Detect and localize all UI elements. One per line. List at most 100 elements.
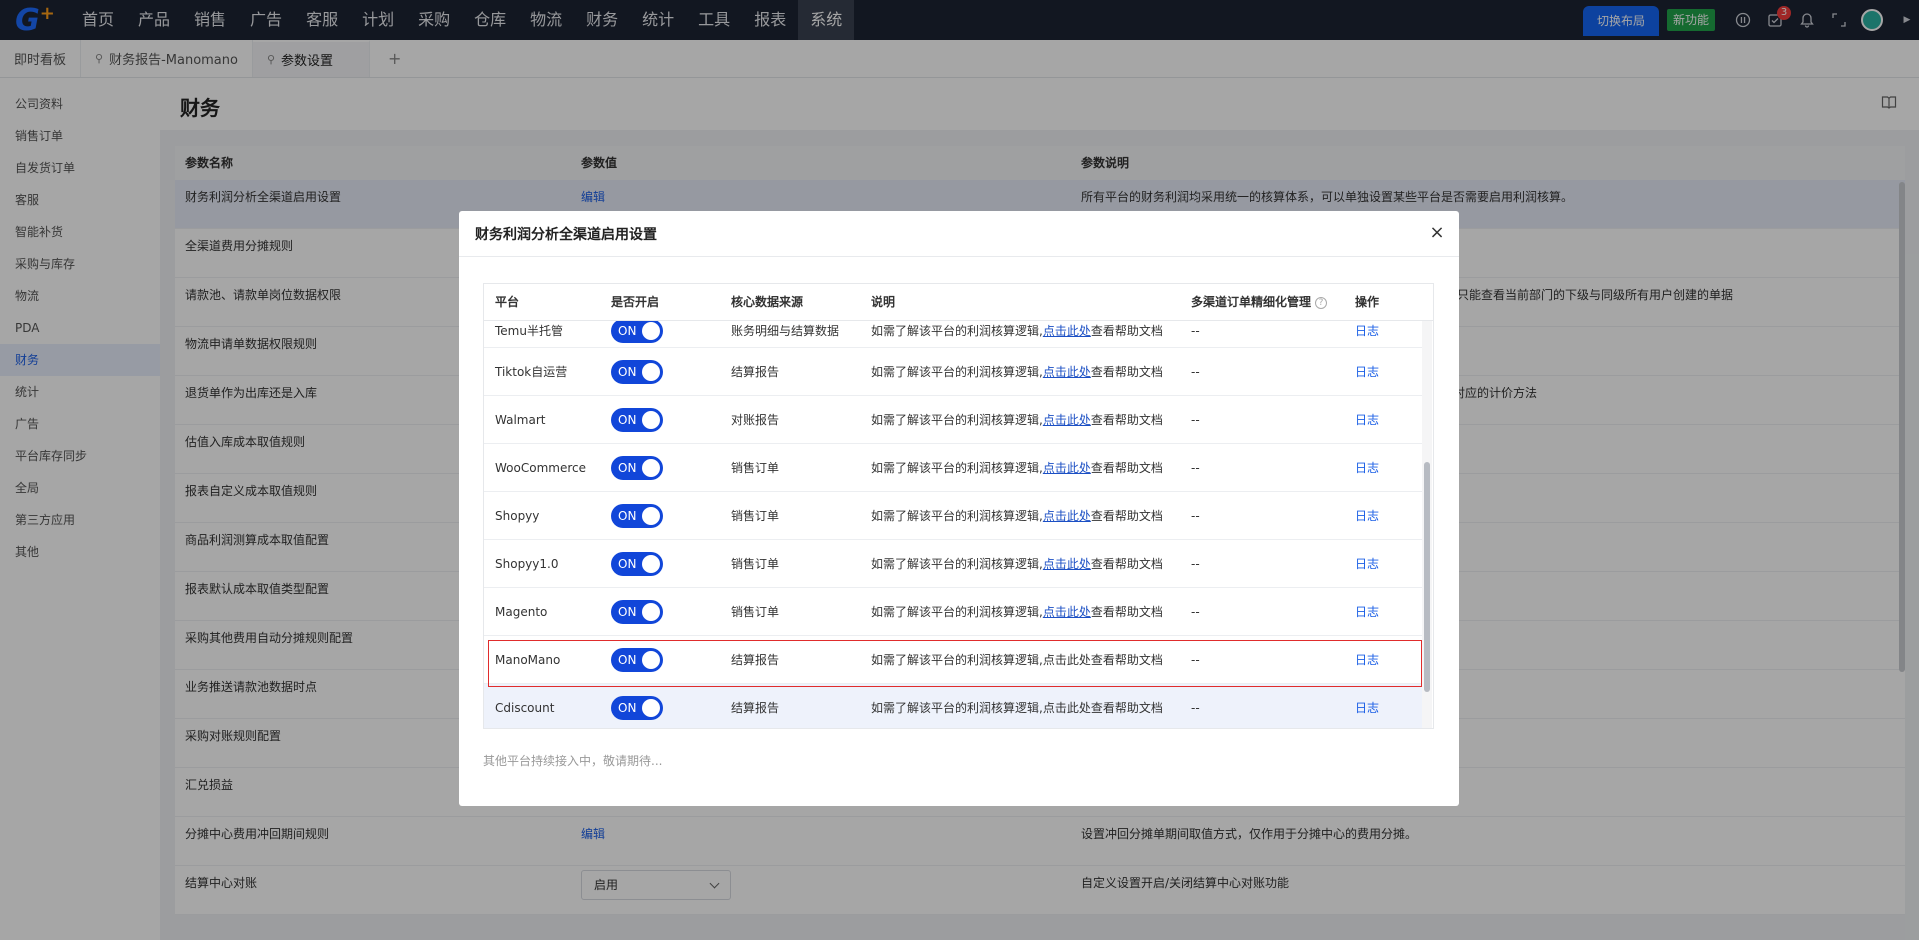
log-link[interactable]: 日志 [1355,413,1379,427]
log-link[interactable]: 日志 [1355,324,1379,338]
enabled-toggle[interactable]: ON [611,599,663,624]
multichannel-value: -- [1191,508,1200,523]
multichannel-value: -- [1191,700,1200,715]
col-header-description: 说明 [871,295,896,309]
highlight-box [488,640,1422,687]
platform-row: Temu半托管 ON 账务明细与结算数据 如需了解该平台的利润核算逻辑,点击此处查看帮… [484,321,1424,348]
help-doc-link[interactable]: 点击此处 [1043,461,1091,475]
action-cell: 日志 [1344,555,1424,572]
help-doc-link[interactable]: 点击此处 [1043,365,1091,379]
data-source: 对账报告 [731,413,780,427]
description-suffix: 查看帮助文档 [1090,557,1163,571]
log-link[interactable]: 日志 [1355,461,1379,475]
data-source: 销售订单 [731,605,780,619]
log-link[interactable]: 日志 [1355,365,1379,379]
description-cell: 如需了解该平台的利润核算逻辑,点击此处查看帮助文档 [860,699,1180,716]
enabled-cell: ON [600,551,720,576]
description-prefix: 如需了解该平台的利润核算逻辑, [871,324,1043,338]
data-source: 结算报告 [731,701,780,715]
help-doc-link[interactable]: 点击此处 [1043,557,1091,571]
enabled-toggle[interactable]: ON [611,321,663,343]
description-cell: 如需了解该平台的利润核算逻辑,点击此处查看帮助文档 [860,603,1180,620]
modal-footer-note: 其他平台持续接入中，敬请期待... [483,754,663,768]
description-suffix: 查看帮助文档 [1090,461,1163,475]
col-header-action: 操作 [1355,295,1380,309]
help-doc-link[interactable]: 点击此处 [1043,509,1091,523]
platform-row: Cdiscount ON 结算报告 如需了解该平台的利润核算逻辑,点击此处查看帮助文档… [484,684,1424,728]
description-cell: 如需了解该平台的利润核算逻辑,点击此处查看帮助文档 [860,507,1180,524]
action-cell: 日志 [1344,459,1424,476]
data-source: 结算报告 [731,365,780,379]
platform-name: Walmart [495,412,546,427]
platform-row: Tiktok自运营 ON 结算报告 如需了解该平台的利润核算逻辑,点击此处查看帮助文档… [484,348,1424,396]
log-link[interactable]: 日志 [1355,509,1379,523]
log-link[interactable]: 日志 [1355,557,1379,571]
description-prefix: 如需了解该平台的利润核算逻辑, [871,461,1043,475]
platform-row: Walmart ON 对账报告 如需了解该平台的利润核算逻辑,点击此处查看帮助文档 --… [484,396,1424,444]
enabled-toggle[interactable]: ON [611,407,663,432]
platform-row: Magento ON 销售订单 如需了解该平台的利润核算逻辑,点击此处查看帮助文档 --… [484,588,1424,636]
platform-name: Magento [495,604,548,619]
description-cell: 如需了解该平台的利润核算逻辑,点击此处查看帮助文档 [860,459,1180,476]
col-header-platform: 平台 [495,295,520,309]
enabled-toggle[interactable]: ON [611,695,663,720]
description-prefix: 如需了解该平台的利润核算逻辑, [871,509,1043,523]
log-link[interactable]: 日志 [1355,605,1379,619]
enabled-toggle[interactable]: ON [611,359,663,384]
multichannel-value: -- [1191,460,1200,475]
description-prefix: 如需了解该平台的利润核算逻辑, [871,413,1043,427]
description-cell: 如需了解该平台的利润核算逻辑,点击此处查看帮助文档 [860,411,1180,428]
description-prefix: 如需了解该平台的利润核算逻辑, [871,365,1043,379]
action-cell: 日志 [1344,507,1424,524]
enabled-cell: ON [600,359,720,384]
platform-name: WooCommerce [495,460,586,475]
action-cell: 日志 [1344,699,1424,716]
platform-name: Tiktok自运营 [495,365,568,379]
enabled-cell: ON [600,455,720,480]
action-cell: 日志 [1344,321,1424,338]
enabled-toggle[interactable]: ON [611,455,663,480]
platform-name: Cdiscount [495,700,555,715]
description-suffix: 查看帮助文档 [1090,413,1163,427]
col-header-multichannel-label: 多渠道订单精细化管理 [1191,295,1312,309]
description-suffix: 查看帮助文档 [1090,365,1163,379]
help-doc-link[interactable]: 点击此处 [1043,605,1091,619]
table-scrollbar-thumb[interactable] [1424,462,1430,692]
platform-name: Temu半托管 [495,324,563,338]
multichannel-value: -- [1191,556,1200,571]
description-prefix: 如需了解该平台的利润核算逻辑, [871,557,1043,571]
description-prefix: 如需了解该平台的利润核算逻辑, [871,605,1043,619]
data-source: 账务明细与结算数据 [731,324,840,338]
settings-modal: 财务利润分析全渠道启用设置 × 平台 是否开启 核心数据来源 说明 多渠道订单精… [459,211,1459,806]
help-doc-link[interactable]: 点击此处 [1043,413,1091,427]
multichannel-value: -- [1191,324,1200,338]
description-suffix: 查看帮助文档 [1090,324,1163,338]
platform-row: WooCommerce ON 销售订单 如需了解该平台的利润核算逻辑,点击此处查看帮助… [484,444,1424,492]
platform-name: Shopyy1.0 [495,556,559,571]
log-link[interactable]: 日志 [1355,701,1379,715]
help-doc-link[interactable]: 点击此处 [1043,324,1091,338]
data-source: 销售订单 [731,461,780,475]
description-suffix: 查看帮助文档 [1090,605,1163,619]
col-header-multichannel: 多渠道订单精细化管理? [1180,284,1344,320]
description-cell: 如需了解该平台的利润核算逻辑,点击此处查看帮助文档 [860,363,1180,380]
enabled-cell: ON [600,407,720,432]
multichannel-value: -- [1191,604,1200,619]
platform-name: Shopyy [495,508,540,523]
enabled-cell: ON [600,503,720,528]
data-source: 销售订单 [731,509,780,523]
multichannel-value: -- [1191,412,1200,427]
platform-table-header: 平台 是否开启 核心数据来源 说明 多渠道订单精细化管理? 操作 [484,284,1433,321]
enabled-toggle[interactable]: ON [611,503,663,528]
close-icon[interactable]: × [1427,223,1447,243]
enabled-toggle[interactable]: ON [611,551,663,576]
data-source: 销售订单 [731,557,780,571]
table-scrollbar-track[interactable] [1422,321,1432,728]
action-cell: 日志 [1344,363,1424,380]
description-suffix: 查看帮助文档 [1090,509,1163,523]
help-icon[interactable]: ? [1315,296,1328,309]
col-header-enabled: 是否开启 [611,295,660,309]
description-cell: 如需了解该平台的利润核算逻辑,点击此处查看帮助文档 [860,321,1180,338]
col-header-source: 核心数据来源 [731,295,804,309]
platform-row: Shopyy1.0 ON 销售订单 如需了解该平台的利润核算逻辑,点击此处查看帮助文档… [484,540,1424,588]
